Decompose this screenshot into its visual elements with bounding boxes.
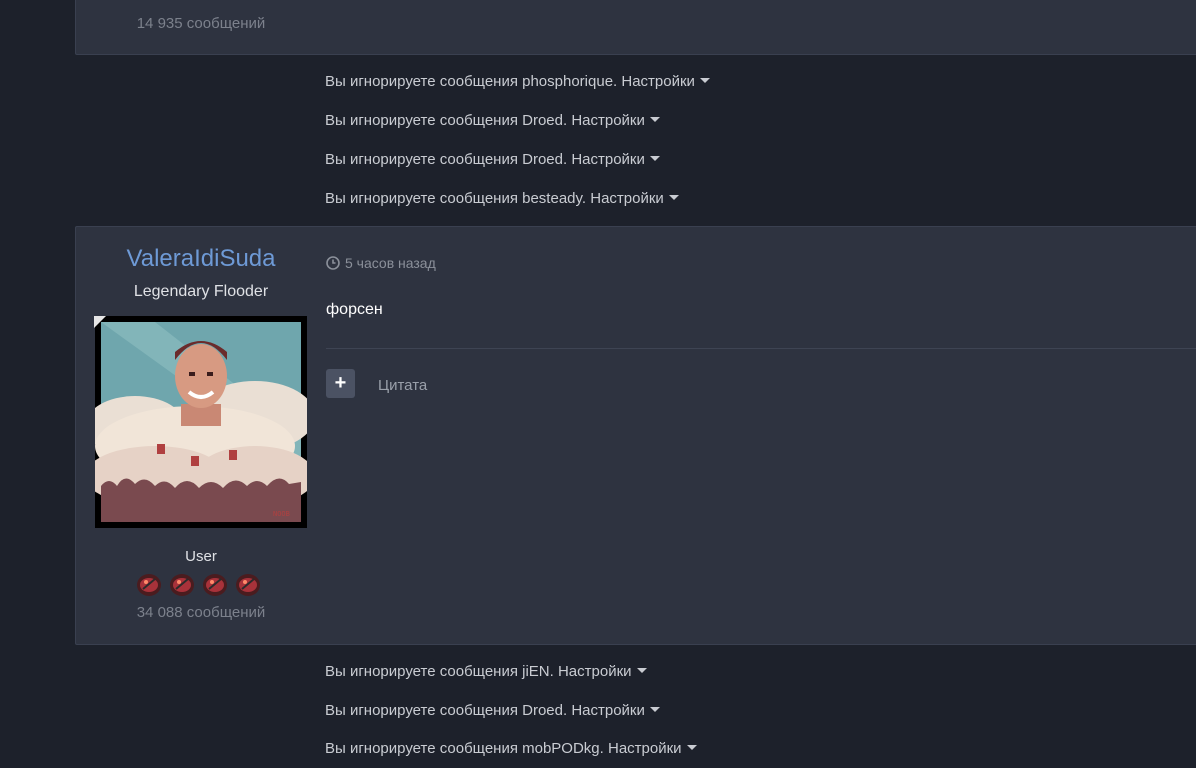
avatar-corner-flag — [94, 316, 106, 328]
caret-down-icon — [668, 195, 679, 200]
quote-button[interactable]: Цитата — [378, 377, 427, 394]
rank-gem-icon — [234, 0, 262, 3]
ignored-message-notice: Вы игнорируете сообщения mobPODkg. Настр… — [325, 739, 697, 759]
ignore-settings-link[interactable]: Настройки — [571, 112, 660, 129]
caret-down-icon — [649, 707, 660, 712]
ignored-message-notice: Вы игнорируете сообщения jiEN. Настройки — [325, 662, 647, 682]
previous-post-card: 14 935 сообщений — [75, 0, 1196, 55]
multiquote-plus-button[interactable]: + — [326, 369, 355, 398]
rank-gem-icon — [168, 0, 196, 3]
post-content: форсен — [326, 301, 383, 318]
ignored-message-notice: Вы игнорируете сообщения Droed. Настройк… — [325, 111, 660, 131]
rank-gem-icon — [135, 0, 163, 3]
author-rank-icons — [135, 571, 267, 599]
post-timestamp[interactable]: 5 часов назад — [326, 255, 436, 271]
previous-post-rank-icons — [135, 0, 267, 3]
post-divider — [326, 348, 1196, 349]
caret-down-icon — [649, 117, 660, 122]
rank-gem-icon — [201, 0, 229, 3]
ignore-settings-link[interactable]: Настройки — [621, 73, 710, 90]
caret-down-icon — [699, 78, 710, 83]
caret-down-icon — [649, 156, 660, 161]
ignored-message-notice: Вы игнорируете сообщения Droed. Настройк… — [325, 701, 660, 721]
rank-gem-icon — [236, 574, 260, 596]
rank-gem-icon — [137, 574, 161, 596]
author-username[interactable]: ValeraIdiSuda — [76, 245, 326, 273]
rank-gem-icon — [203, 574, 227, 596]
ignored-message-notice: Вы игнорируете сообщения besteady. Настр… — [325, 189, 679, 209]
author-title: Legendary Flooder — [133, 283, 269, 300]
caret-down-icon — [686, 745, 697, 750]
avatar-watermark: NOOB — [273, 510, 290, 518]
ignore-settings-link[interactable]: Настройки — [590, 190, 679, 207]
ignore-settings-link[interactable]: Настройки — [571, 702, 660, 719]
author-message-count: 34 088 сообщений — [136, 604, 266, 621]
ignore-settings-link[interactable]: Настройки — [558, 663, 647, 680]
clock-icon — [326, 256, 340, 270]
rank-gem-icon — [170, 574, 194, 596]
ignore-settings-link[interactable]: Настройки — [571, 151, 660, 168]
ignored-message-notice: Вы игнорируете сообщения phosphorique. Н… — [325, 72, 710, 92]
ignored-message-notice: Вы игнорируете сообщения Droed. Настройк… — [325, 150, 660, 170]
caret-down-icon — [636, 668, 647, 673]
author-avatar[interactable]: NOOB — [95, 316, 307, 528]
avatar-image: NOOB — [95, 322, 307, 522]
ignore-settings-link[interactable]: Настройки — [608, 740, 697, 757]
author-group: User — [185, 548, 217, 565]
post-card: ValeraIdiSuda Legendary Flooder NOOB Use… — [75, 226, 1196, 645]
previous-post-message-count: 14 935 сообщений — [136, 15, 266, 32]
